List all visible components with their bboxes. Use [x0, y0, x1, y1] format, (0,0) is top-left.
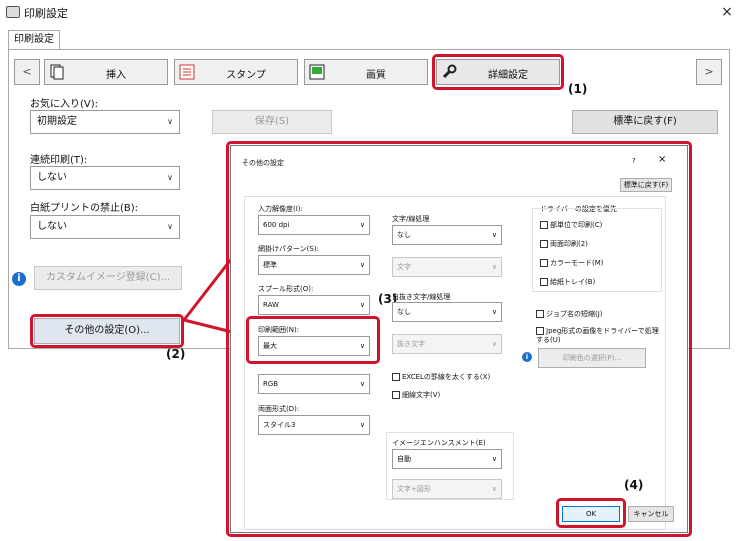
highlight-print-mode	[246, 316, 380, 364]
thin-text-checkbox[interactable]: 細線文字(V)	[392, 390, 440, 400]
text-line-sub-select[interactable]: 文字 ∨	[392, 257, 502, 277]
color-select-button[interactable]: 印刷色の選択(P)...	[538, 348, 646, 368]
dialog-reset-button[interactable]: 標準に戻す(F)	[620, 178, 672, 192]
dialog-close-button[interactable]: ×	[658, 154, 666, 165]
outline-select[interactable]: なし ∨	[392, 302, 502, 322]
chevron-down-icon: ∨	[359, 421, 365, 429]
chevron-down-icon: ∨	[359, 261, 365, 269]
chevron-down-icon: ∨	[491, 455, 497, 463]
chevron-down-icon: ∨	[491, 263, 497, 271]
pattern-label: 網掛けパターン(S):	[258, 245, 319, 253]
duplex-checkbox[interactable]: 両面印刷(2)	[540, 239, 588, 249]
color-format-select[interactable]: RGB ∨	[258, 374, 370, 394]
outline-sub-select[interactable]: 抜き文字 ∨	[392, 334, 502, 354]
chevron-down-icon: ∨	[359, 221, 365, 229]
chevron-down-icon: ∨	[359, 380, 365, 388]
chevron-down-icon: ∨	[491, 308, 497, 316]
highlight-ok	[556, 498, 626, 528]
chevron-down-icon: ∨	[491, 485, 497, 493]
job-name-shorten-checkbox[interactable]: ジョブ名の短縮(J)	[536, 309, 603, 319]
text-line-label: 文字/線処理	[392, 215, 430, 223]
enhance-select[interactable]: 自動 ∨	[392, 449, 502, 469]
jpeg-driver-checkbox[interactable]: Jpeg形式の画像をドライバーで処理する(U)	[536, 327, 660, 345]
dialog-title: その他の設定	[242, 159, 284, 167]
color-mode-checkbox[interactable]: カラーモード(M)	[540, 258, 604, 268]
info-icon: i	[522, 352, 532, 362]
spool-label: スプール形式(O):	[258, 285, 314, 293]
text-line-select[interactable]: なし ∨	[392, 225, 502, 245]
pattern-select[interactable]: 標準 ∨	[258, 255, 370, 275]
resolution-label: 入力解像度(I):	[258, 205, 303, 213]
duplex-style-label: 両面形式(D):	[258, 405, 300, 413]
chevron-down-icon: ∨	[491, 231, 497, 239]
duplex-style-select[interactable]: スタイル3 ∨	[258, 415, 370, 435]
enhance-label: イメージエンハンスメント(E)	[392, 439, 486, 447]
enhance-sub-select[interactable]: 文字+図形 ∨	[392, 479, 502, 499]
help-button[interactable]: ?	[632, 157, 636, 165]
chevron-down-icon: ∨	[491, 340, 497, 348]
resolution-select[interactable]: 600 dpi ∨	[258, 215, 370, 235]
collate-checkbox[interactable]: 部単位で印刷(C)	[540, 220, 602, 230]
cancel-button[interactable]: キャンセル	[628, 506, 674, 522]
paper-tray-checkbox[interactable]: 給紙トレイ(B)	[540, 277, 595, 287]
spool-select[interactable]: RAW ∨	[258, 295, 370, 315]
outline-label: 白抜き文字/線処理	[392, 293, 451, 301]
chevron-down-icon: ∨	[359, 301, 365, 309]
excel-thick-checkbox[interactable]: EXCELの罫線を太くする(X)	[392, 372, 490, 382]
callout-4: (4)	[624, 478, 644, 492]
